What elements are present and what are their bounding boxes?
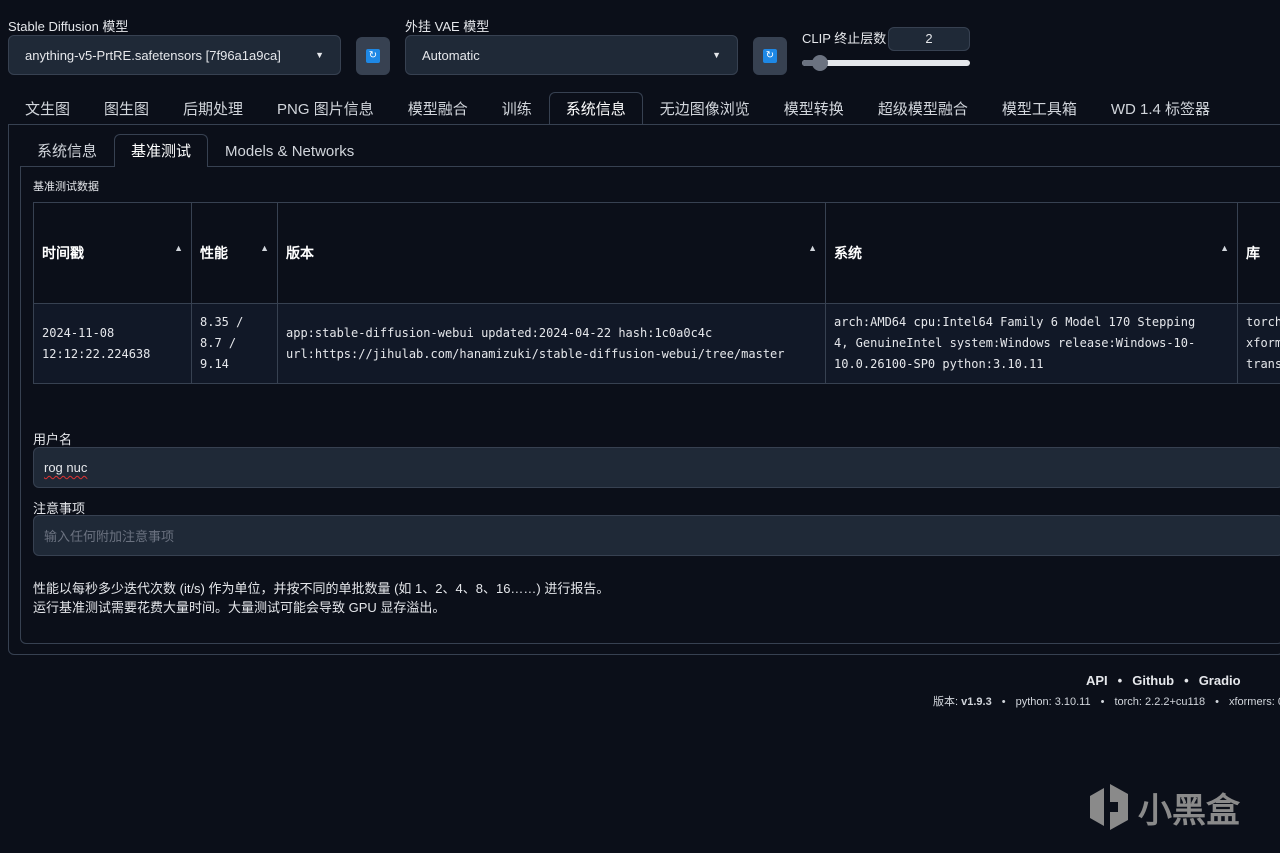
vae-value: Automatic: [422, 47, 480, 63]
tab-3[interactable]: PNG 图片信息: [260, 92, 391, 124]
tab-4[interactable]: 模型融合: [391, 92, 485, 124]
col-performance[interactable]: 性能 ▲: [191, 202, 278, 304]
tab-11[interactable]: WD 1.4 标签器: [1094, 92, 1227, 124]
tab-2[interactable]: 后期处理: [166, 92, 260, 124]
main-tabs: 文生图 图生图 后期处理 PNG 图片信息 模型融合 训练 系统信息 无边图像浏览 模型转换 超级…: [8, 92, 1280, 125]
sub-tabs: 系统信息 基准测试 Models & Networks: [20, 134, 1280, 167]
subtab-1[interactable]: 基准测试: [114, 134, 209, 167]
sort-icon: ▲: [1220, 243, 1229, 253]
col-system[interactable]: 系统 ▲: [825, 202, 1238, 304]
tab-9[interactable]: 超级模型融合: [861, 92, 985, 124]
sort-icon: ▲: [260, 243, 269, 253]
sort-icon: ▲: [808, 243, 817, 253]
table-row: 2024-11-08 12:12:22.224638 8.35 /8.7 /9.1…: [33, 303, 1280, 384]
footer-links: API • Github • Gradio: [1086, 673, 1241, 688]
vae-label: 外挂 VAE 模型: [405, 19, 490, 34]
tab-7[interactable]: 无边图像浏览: [643, 92, 767, 124]
clip-slider[interactable]: [802, 55, 970, 71]
api-link[interactable]: API: [1086, 673, 1108, 688]
github-link[interactable]: Github: [1132, 673, 1174, 688]
tab-5[interactable]: 训练: [485, 92, 549, 124]
cell-timestamp: 2024-11-08 12:12:22.224638: [33, 303, 192, 384]
col-version[interactable]: 版本 ▲: [277, 202, 826, 304]
benchmark-title: 基准测试数据: [33, 181, 99, 193]
model-dropdown[interactable]: anything-v5-PrtRE.safetensors [7f96a1a9c…: [8, 35, 341, 75]
gradio-link[interactable]: Gradio: [1199, 673, 1241, 688]
col-timestamp[interactable]: 时间戳 ▲: [33, 202, 192, 304]
tab-6[interactable]: 系统信息: [548, 92, 643, 124]
chevron-down-icon: ▼: [712, 50, 721, 60]
tab-8[interactable]: 模型转换: [767, 92, 861, 124]
benchmark-info: 性能以每秒多少迭代次数 (it/s) 作为单位，并按不同的单批数量 (如 1、2…: [33, 581, 610, 615]
tab-0[interactable]: 文生图: [8, 92, 87, 124]
cell-system: arch:AMD64 cpu:Intel64 Family 6 Model 17…: [825, 303, 1238, 384]
refresh-model-button[interactable]: ↻: [356, 37, 390, 75]
watermark-logo: 小黑盒: [1088, 782, 1240, 832]
refresh-icon: ↻: [763, 49, 777, 63]
refresh-vae-button[interactable]: ↻: [753, 37, 787, 75]
tab-10[interactable]: 模型工具箱: [985, 92, 1094, 124]
refresh-icon: ↻: [366, 49, 380, 63]
model-value: anything-v5-PrtRE.safetensors [7f96a1a9c…: [25, 47, 281, 63]
cell-version: app:stable-diffusion-webui updated:2024-…: [277, 303, 826, 384]
clip-label: CLIP 终止层数: [802, 31, 887, 46]
notes-input[interactable]: 输入任何附加注意事项: [33, 515, 1280, 556]
tab-1[interactable]: 图生图: [87, 92, 166, 124]
username-input[interactable]: rog nuc: [33, 447, 1280, 488]
cell-library: torch xform trans: [1237, 303, 1280, 384]
sort-icon: ▲: [174, 243, 183, 253]
clip-number-input[interactable]: 2: [888, 27, 970, 51]
cell-performance: 8.35 /8.7 /9.14: [191, 303, 278, 384]
footer-versions: 版本: v1.9.3 • python: 3.10.11 • torch: 2.2.2+…: [933, 696, 1280, 708]
model-label: Stable Diffusion 模型: [8, 19, 129, 34]
benchmark-table: 时间戳 ▲ 性能 ▲ 版本 ▲ 系统 ▲ 库 2024-11-08 12:12:22.22…: [33, 202, 1280, 384]
subtab-0[interactable]: 系统信息: [20, 134, 114, 166]
username-label: 用户名: [33, 432, 73, 447]
subtab-2[interactable]: Models & Networks: [208, 134, 371, 166]
heybox-logo-icon: [1090, 784, 1128, 830]
vae-dropdown[interactable]: Automatic ▼: [405, 35, 738, 75]
chevron-down-icon: ▼: [315, 50, 324, 60]
col-library[interactable]: 库: [1237, 202, 1280, 304]
